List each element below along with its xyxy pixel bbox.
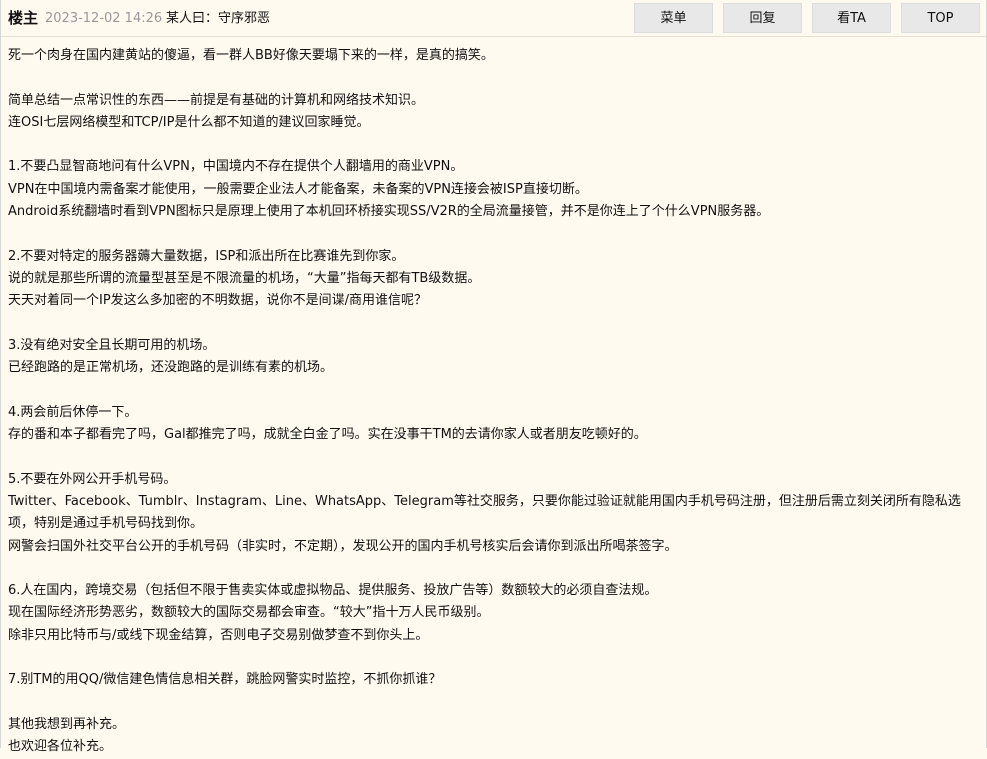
post-actions: 菜单 回复 看TA TOP xyxy=(634,3,980,33)
post-line: 7.别TM的用QQ/微信建色情信息相关群，跳脸网警实时监控，不抓你抓谁？ xyxy=(8,672,442,688)
post-line: 其他我想到再补充。 xyxy=(8,716,126,732)
post-timestamp: 2023-12-02 14:26 xyxy=(45,11,163,26)
post-line: Twitter、Facebook、Tumblr、Instagram、Line、W… xyxy=(8,493,961,532)
post-header: 楼主 2023-12-02 14:26 某人曰：守序邪恶 菜单 回复 看TA T… xyxy=(1,0,986,37)
top-button[interactable]: TOP xyxy=(901,3,980,33)
post-line: 6.人在国内，跨境交易（包括但不限于售卖实体或虚拟物品、提供服务、投放广告等）数… xyxy=(8,583,658,599)
post-line: VPN在中国境内需备案才能使用，一般需要企业法人才能备案，未备案的VPN连接会被… xyxy=(8,181,588,197)
post-line: 3.没有绝对安全且长期可用的机场。 xyxy=(8,337,216,353)
author-label: 楼主 xyxy=(8,9,39,27)
post-line: 已经跑路的是正常机场，还没跑路的是训练有素的机场。 xyxy=(8,360,334,376)
post-line: 死一个肉身在国内建黄站的傻逼，看一群人BB好像天要塌下来的一样，是真的搞笑。 xyxy=(8,48,494,63)
post-line: 4.两会前后休停一下。 xyxy=(8,404,138,420)
post-line: 简单总结一点常识性的东西——前提是有基础的计算机和网络技术知识。 xyxy=(8,92,425,108)
post-line: 天天对着同一个IP发这么多加密的不明数据，说你不是间谍/商用谁信呢？ xyxy=(8,293,428,309)
view-author-button[interactable]: 看TA xyxy=(812,3,891,33)
user-signature: 某人曰：守序邪恶 xyxy=(166,11,271,26)
post-line: 存的番和本子都看完了吗，Gal都推完了吗，成就全白金了吗。实在没事干TM的去请你… xyxy=(8,427,647,443)
post-line: 1.不要凸显智商地问有什么VPN，中国境内不存在提供个人翻墙用的商业VPN。 xyxy=(8,159,464,175)
post-line: 现在国际经济形势恶劣，数额较大的国际交易都会审查。“较大”指十万人民币级别。 xyxy=(8,605,490,621)
post-content: 死一个肉身在国内建黄站的傻逼，看一群人BB好像天要塌下来的一样，是真的搞笑。 简单… xyxy=(1,37,986,759)
post-line: 5.不要在外网公开手机号码。 xyxy=(8,471,177,487)
menu-button[interactable]: 菜单 xyxy=(634,3,713,33)
reply-button[interactable]: 回复 xyxy=(723,3,802,33)
post-line: 连OSI七层网络模型和TCP/IP是什么都不知道的建议回家睡觉。 xyxy=(8,114,370,130)
post-line: 除非只用比特币与/或线下现金结算，否则电子交易别做梦查不到你头上。 xyxy=(8,627,429,643)
post-line: 2.不要对特定的服务器薅大量数据，ISP和派出所在比赛谁先到你家。 xyxy=(8,248,405,264)
post-line: 也欢迎各位补充。 xyxy=(8,739,113,755)
post-line: 网警会扫国外社交平台公开的手机号码（非实时，不定期），发现公开的国内手机号核实后… xyxy=(8,538,678,554)
post-line: Android系统翻墙时看到VPN图标只是原理上使用了本机回环桥接实现SS/V2… xyxy=(8,204,770,220)
forum-post: 楼主 2023-12-02 14:26 某人曰：守序邪恶 菜单 回复 看TA T… xyxy=(0,0,987,754)
post-line: 说的就是那些所谓的流量型甚至是不限流量的机场，“大量”指每天都有TB级数据。 xyxy=(8,270,481,286)
